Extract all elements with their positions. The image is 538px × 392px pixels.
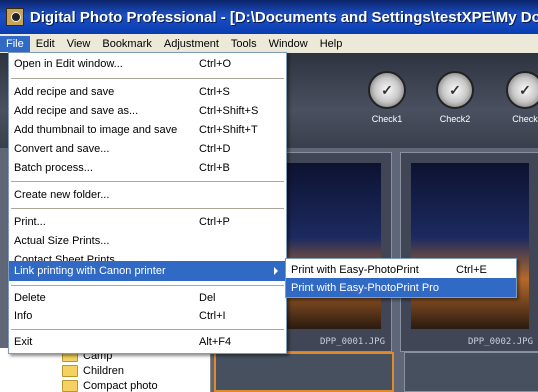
check2-icon: ✓ (436, 71, 474, 109)
menu-item-label: Batch process... (14, 162, 93, 174)
window-title: Digital Photo Professional - [D:\Documen… (29, 8, 538, 26)
menu-separator (11, 329, 284, 330)
menu-item-batch-process[interactable]: Batch process... Ctrl+B (9, 158, 286, 178)
menu-item-actual-size-prints[interactable]: Actual Size Prints... (9, 231, 286, 251)
menu-item-shortcut: Alt+F4 (199, 336, 232, 348)
menu-item-convert-save[interactable]: Convert and save... Ctrl+D (9, 139, 286, 159)
menu-separator (11, 181, 284, 182)
menu-file[interactable]: File (0, 35, 30, 52)
folder-icon (62, 380, 78, 392)
menu-item-shortcut: Ctrl+I (199, 310, 226, 322)
thumbnail-strip (214, 352, 538, 392)
menu-item-label: Add thumbnail to image and save (14, 124, 178, 136)
menu-adjustment[interactable]: Adjustment (158, 36, 225, 52)
check2-button[interactable]: ✓ Check2 (430, 71, 480, 124)
menu-item-shortcut: Ctrl+D (199, 143, 231, 155)
menu-item-info[interactable]: Info Ctrl+I (9, 306, 286, 326)
folder-icon (62, 365, 78, 377)
menu-separator (11, 78, 284, 79)
menu-help[interactable]: Help (314, 36, 349, 52)
menu-item-label: Print with Easy-PhotoPrint Pro (291, 281, 439, 294)
folder-label: Children (83, 365, 124, 377)
menu-separator (11, 208, 284, 209)
check2-label: Check2 (439, 114, 471, 124)
thumbnail-2[interactable]: DPP_0002.JPG (400, 152, 538, 352)
check1-button[interactable]: ✓ Check1 (362, 71, 412, 124)
app-icon (6, 8, 24, 26)
submenu-item-easy-photoprint[interactable]: Print with Easy-PhotoPrint Ctrl+E (286, 260, 516, 279)
menu-item-label: Add recipe and save as... (14, 105, 139, 117)
check1-icon: ✓ (368, 71, 406, 109)
menu-item-label: Create new folder... (14, 189, 110, 201)
menu-item-shortcut: Del (199, 292, 216, 304)
check3-icon: ✓ (506, 71, 538, 109)
menu-bar: File Edit View Bookmark Adjustment Tools… (0, 34, 538, 54)
menu-item-shortcut: Ctrl+B (199, 162, 230, 174)
menu-item-exit[interactable]: Exit Alt+F4 (9, 332, 286, 352)
check3-label: Check (512, 114, 538, 124)
menu-window[interactable]: Window (263, 36, 314, 52)
file-menu: Open in Edit window... Ctrl+O Add recipe… (8, 52, 287, 354)
menu-item-label: Exit (14, 336, 33, 348)
menu-item-add-recipe-save[interactable]: Add recipe and save Ctrl+S (9, 82, 286, 102)
menu-item-label: Add recipe and save (14, 86, 115, 98)
folder-item[interactable]: Children (62, 365, 124, 377)
menu-item-shortcut: Ctrl+E (456, 263, 487, 276)
menu-item-shortcut: Ctrl+O (199, 58, 232, 70)
thumbnail-2-caption: DPP_0002.JPG (467, 337, 533, 347)
folder-label: Compact photo (83, 380, 158, 392)
submenu-arrow-icon (274, 267, 278, 275)
menu-item-label: Actual Size Prints... (14, 235, 110, 247)
menu-item-label: Convert and save... (14, 143, 110, 155)
title-bar: Digital Photo Professional - [D:\Documen… (0, 0, 538, 34)
menu-item-label: Print with Easy-PhotoPrint (291, 263, 419, 276)
menu-item-label: Print... (14, 216, 46, 228)
check1-label: Check1 (371, 114, 403, 124)
check3-button[interactable]: ✓ Check (500, 71, 538, 124)
thumbnail-selected[interactable] (214, 352, 394, 392)
menu-separator (11, 285, 284, 286)
menu-item-label: Open in Edit window... (14, 58, 123, 70)
menu-item-add-recipe-save-as[interactable]: Add recipe and save as... Ctrl+Shift+S (9, 101, 286, 121)
menu-item-add-thumbnail[interactable]: Add thumbnail to image and save Ctrl+Shi… (9, 120, 286, 140)
menu-item-label: Info (14, 310, 33, 322)
menu-item-label: Link printing with Canon printer (14, 265, 166, 277)
menu-view[interactable]: View (61, 36, 97, 52)
folder-tree: Camp Children Compact photo (0, 348, 211, 392)
menu-item-shortcut: Ctrl+S (199, 86, 230, 98)
menu-edit[interactable]: Edit (30, 36, 61, 52)
folder-item[interactable]: Compact photo (62, 380, 158, 392)
thumbnail-next[interactable] (404, 352, 538, 392)
menu-item-print[interactable]: Print... Ctrl+P (9, 212, 286, 232)
thumbnail-2-image (411, 163, 529, 329)
submenu-item-easy-photoprint-pro[interactable]: Print with Easy-PhotoPrint Pro (286, 278, 516, 297)
menu-item-delete[interactable]: Delete Del (9, 288, 286, 308)
menu-item-open-edit[interactable]: Open in Edit window... Ctrl+O (9, 54, 286, 74)
menu-item-shortcut: Ctrl+Shift+T (199, 124, 258, 136)
menu-bookmark[interactable]: Bookmark (96, 36, 158, 52)
menu-item-label: Delete (14, 292, 46, 304)
menu-item-shortcut: Ctrl+P (199, 216, 230, 228)
menu-tools[interactable]: Tools (225, 36, 263, 52)
menu-item-create-folder[interactable]: Create new folder... (9, 185, 286, 205)
link-printing-submenu: Print with Easy-PhotoPrint Ctrl+E Print … (285, 258, 517, 298)
menu-item-shortcut: Ctrl+Shift+S (199, 105, 259, 117)
menu-item-link-printing[interactable]: Link printing with Canon printer (9, 261, 286, 281)
